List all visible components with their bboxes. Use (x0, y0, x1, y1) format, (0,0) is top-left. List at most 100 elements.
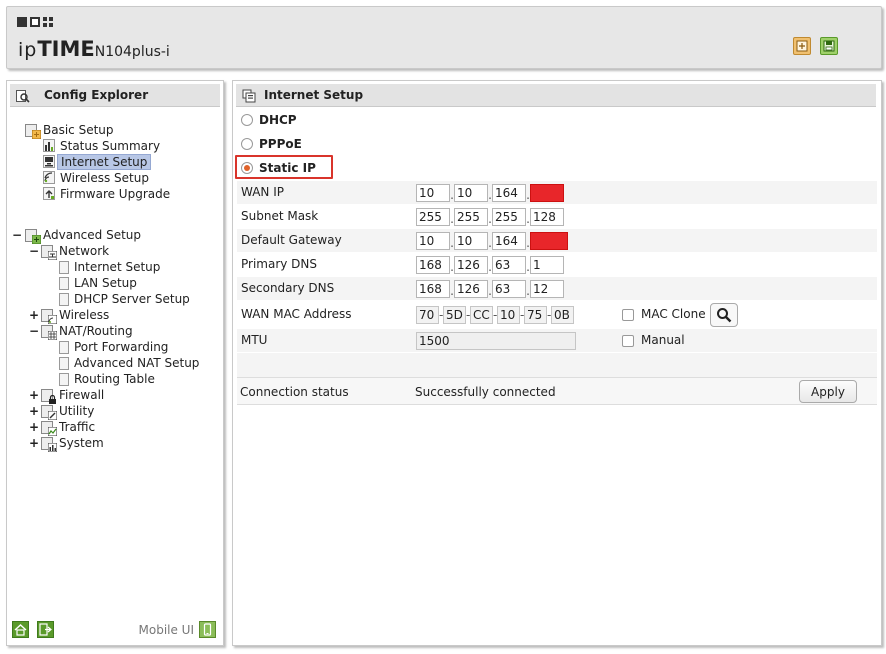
subnet-octet-4[interactable]: 128 (530, 208, 564, 226)
wan-ip-octet-4-redacted[interactable] (530, 184, 564, 202)
logo-ip-text: ip (18, 39, 38, 61)
label-wan-ip: WAN IP (241, 185, 284, 199)
page-icon (59, 340, 69, 354)
tree-node-basic-setup[interactable]: Basic Setup (25, 122, 117, 139)
subnet-octet-3[interactable]: 255 (492, 208, 526, 226)
folder-utility-icon (41, 404, 57, 420)
mac-search-button[interactable] (710, 303, 738, 327)
search-folder-icon (16, 90, 30, 103)
apply-button[interactable]: Apply (799, 380, 857, 403)
wan-ip-octet-3[interactable]: 164 (492, 184, 526, 202)
tree-node-nat-routing[interactable]: NAT/Routing (41, 323, 136, 340)
gateway-octet-3[interactable]: 164 (492, 232, 526, 250)
tree-node-firewall[interactable]: Firewall (41, 387, 107, 404)
mtu-manual-checkbox[interactable] (622, 335, 634, 347)
label-wan-mac: WAN MAC Address (241, 307, 352, 321)
tree-label-internet-setup-adv: Internet Setup (74, 260, 161, 274)
collapse-network-icon[interactable]: − (29, 243, 39, 259)
radio-pppoe-label: PPPoE (259, 137, 302, 151)
subnet-octet-1[interactable]: 255 (416, 208, 450, 226)
pdns-octet-3[interactable]: 63 (492, 256, 526, 274)
new-window-icon[interactable] (793, 37, 811, 55)
row-mtu: MTU 1500 Manual (237, 329, 877, 353)
logout-icon[interactable] (37, 621, 54, 638)
radio-pppoe[interactable]: PPPoE (237, 133, 302, 155)
tree-node-network[interactable]: Network (41, 243, 112, 260)
mac-clone-checkbox[interactable] (622, 309, 634, 321)
tree-label-status-summary: Status Summary (60, 139, 161, 153)
tree-item-routing-table[interactable]: Routing Table (59, 371, 158, 387)
sdns-octet-2[interactable]: 126 (454, 280, 488, 298)
tree-label-wireless-setup: Wireless Setup (60, 171, 149, 185)
internet-setup-title: Internet Setup (236, 84, 876, 107)
mtu-input: 1500 (416, 332, 576, 350)
tree-item-advanced-nat-setup[interactable]: Advanced NAT Setup (59, 355, 202, 371)
tree-label-port-forwarding: Port Forwarding (74, 340, 169, 354)
subnet-octet-2[interactable]: 255 (454, 208, 488, 226)
pdns-octet-1[interactable]: 168 (416, 256, 450, 274)
tree-item-internet-setup-basic[interactable]: Internet Setup (43, 154, 152, 170)
mac-part-2: 5D (443, 306, 466, 324)
sdns-octet-1[interactable]: 168 (416, 280, 450, 298)
tree-label-advanced-nat-setup: Advanced NAT Setup (74, 356, 200, 370)
tree-label-basic-setup: Basic Setup (43, 123, 114, 137)
mobile-icon[interactable] (199, 621, 216, 638)
mtu-manual-label: Manual (641, 333, 685, 347)
folder-system-icon (41, 436, 57, 452)
pdns-octet-4[interactable]: 1 (530, 256, 564, 274)
radio-static-ip[interactable]: Static IP (235, 155, 333, 179)
folder-network-icon (41, 244, 57, 260)
row-secondary-dns: Secondary DNS 168. 126. 63. 12 (237, 277, 877, 301)
collapse-advanced-setup-icon[interactable]: − (12, 227, 22, 243)
radio-dhcp[interactable]: DHCP (237, 109, 297, 131)
window-grid-icon[interactable] (43, 17, 53, 27)
folder-traffic-icon (41, 420, 57, 436)
tree-node-traffic[interactable]: Traffic (41, 419, 98, 436)
mac-part-6: 0B (551, 306, 574, 324)
tree-item-dhcp-server-setup[interactable]: DHCP Server Setup (59, 291, 193, 307)
tree-item-internet-setup-adv[interactable]: Internet Setup (59, 259, 163, 275)
tree-node-system[interactable]: System (41, 435, 107, 452)
save-icon[interactable] (820, 37, 838, 55)
label-mtu: MTU (241, 333, 268, 347)
tree-label-firewall: Firewall (59, 388, 105, 402)
tree-label-dhcp-server-setup: DHCP Server Setup (74, 292, 190, 306)
radio-static-ip-circle[interactable] (241, 162, 253, 174)
window-box-icon[interactable] (30, 17, 40, 27)
wan-ip-octet-2[interactable]: 10 (454, 184, 488, 202)
expand-traffic-icon[interactable]: + (29, 419, 39, 435)
windows-icon (242, 89, 256, 103)
label-default-gateway: Default Gateway (241, 233, 342, 247)
expand-system-icon[interactable]: + (29, 435, 39, 451)
tree-item-port-forwarding[interactable]: Port Forwarding (59, 339, 171, 355)
gateway-octet-2[interactable]: 10 (454, 232, 488, 250)
home-icon[interactable] (12, 621, 29, 638)
window-solid-icon[interactable] (17, 17, 27, 27)
tree-node-utility[interactable]: Utility (41, 403, 97, 420)
radio-dhcp-circle[interactable] (241, 114, 253, 126)
expand-utility-icon[interactable]: + (29, 403, 39, 419)
wan-mac-input: 70- 5D - CC - 10- 75- 0B (416, 306, 574, 324)
gateway-octet-4-redacted[interactable] (530, 232, 568, 250)
tree-item-lan-setup[interactable]: LAN Setup (59, 275, 140, 291)
secondary-dns-input: 168. 126. 63. 12 (416, 280, 564, 298)
tree-label-firmware-upgrade: Firmware Upgrade (60, 187, 171, 201)
tree-node-wireless[interactable]: Wireless (41, 307, 112, 324)
radio-pppoe-circle[interactable] (241, 138, 253, 150)
tree-item-firmware-upgrade[interactable]: Firmware Upgrade (43, 186, 173, 202)
explorer-footer: Mobile UI (12, 621, 218, 639)
tree-node-advanced-setup[interactable]: Advanced Setup (25, 227, 144, 244)
tree-item-status-summary[interactable]: Status Summary (43, 138, 163, 154)
expand-firewall-icon[interactable]: + (29, 387, 39, 403)
sdns-octet-3[interactable]: 63 (492, 280, 526, 298)
mobile-ui-link[interactable]: Mobile UI (139, 623, 195, 637)
row-wan-ip: WAN IP 10. 10. 164. (237, 181, 877, 205)
collapse-nat-routing-icon[interactable]: − (29, 323, 39, 339)
wan-ip-octet-1[interactable]: 10 (416, 184, 450, 202)
expand-wireless-icon[interactable]: + (29, 307, 39, 323)
pdns-octet-2[interactable]: 126 (454, 256, 488, 274)
tree-item-wireless-setup[interactable]: Wireless Setup (43, 170, 152, 186)
sdns-octet-4[interactable]: 12 (530, 280, 564, 298)
connection-status-row: Connection status Successfully connected… (237, 377, 877, 405)
gateway-octet-1[interactable]: 10 (416, 232, 450, 250)
